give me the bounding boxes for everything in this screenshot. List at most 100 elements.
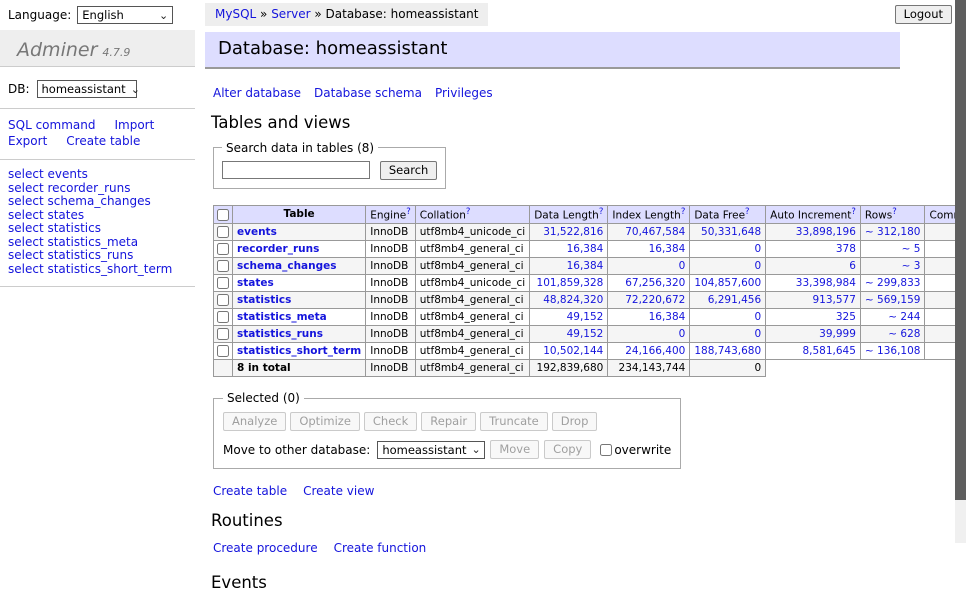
auto-increment-link[interactable]: 378 xyxy=(836,243,856,255)
rows-link[interactable]: ~ 5 xyxy=(902,243,921,255)
data-length-link[interactable]: 16,384 xyxy=(567,243,604,255)
auto-increment-link[interactable]: 6 xyxy=(849,260,856,272)
sidebar-action-link[interactable]: Import xyxy=(114,117,154,133)
index-length-link[interactable]: 24,166,400 xyxy=(625,345,685,357)
data-free-link[interactable]: 0 xyxy=(754,260,761,272)
table-name-link[interactable]: schema_changes xyxy=(237,260,337,272)
overwrite-checkbox[interactable] xyxy=(600,444,612,456)
table-name-link[interactable]: statistics xyxy=(237,294,291,306)
data-length-link[interactable]: 31,522,816 xyxy=(543,226,603,238)
move-database-select[interactable]: homeassistant ⌄ xyxy=(377,441,485,459)
table-name-link[interactable]: states xyxy=(237,277,274,289)
row-checkbox[interactable] xyxy=(217,277,229,289)
drop-button[interactable]: Drop xyxy=(552,412,598,431)
row-checkbox[interactable] xyxy=(217,243,229,255)
column-help-link[interactable]: ? xyxy=(851,207,856,217)
create-table-link[interactable]: Create table xyxy=(213,484,287,498)
sidebar-table-link[interactable]: select events xyxy=(8,168,195,182)
column-help-link[interactable]: ? xyxy=(406,207,411,217)
index-length-link[interactable]: 67,256,320 xyxy=(625,277,685,289)
sidebar-action-link[interactable]: SQL command xyxy=(8,117,95,133)
rows-link[interactable]: ~ 3 xyxy=(902,260,921,272)
scrollbar-thumb[interactable] xyxy=(955,0,966,500)
vertical-scrollbar[interactable] xyxy=(955,0,966,543)
data-length-link[interactable]: 16,384 xyxy=(567,260,604,272)
auto-increment-link[interactable]: 33,898,196 xyxy=(796,226,856,238)
data-free-link[interactable]: 0 xyxy=(754,311,761,323)
rows-link[interactable]: ~ 136,108 xyxy=(865,345,921,357)
create-view-link[interactable]: Create view xyxy=(303,484,374,498)
analyze-button[interactable]: Analyze xyxy=(223,412,286,431)
sidebar-table-link[interactable]: select statistics xyxy=(8,222,195,236)
row-checkbox[interactable] xyxy=(217,345,229,357)
index-length-link[interactable]: 0 xyxy=(679,328,686,340)
sidebar-table-link[interactable]: select schema_changes xyxy=(8,195,195,209)
auto-increment-link[interactable]: 33,398,984 xyxy=(796,277,856,289)
table-name-link[interactable]: statistics_short_term xyxy=(237,345,361,357)
column-help-link[interactable]: ? xyxy=(681,207,686,217)
column-help-link[interactable]: ? xyxy=(745,207,750,217)
sidebar-action-link[interactable]: Export xyxy=(8,133,47,149)
rows-link[interactable]: ~ 244 xyxy=(888,311,920,323)
row-checkbox[interactable] xyxy=(217,328,229,340)
table-name-link[interactable]: statistics_meta xyxy=(237,311,327,323)
create-procedure-link[interactable]: Create procedure xyxy=(213,541,318,555)
check-button[interactable]: Check xyxy=(364,412,417,431)
column-help-link[interactable]: ? xyxy=(599,207,604,217)
subnav-link[interactable]: Privileges xyxy=(435,86,493,100)
row-checkbox[interactable] xyxy=(217,294,229,306)
breadcrumb-link[interactable]: Server xyxy=(271,7,310,21)
auto-increment-link[interactable]: 913,577 xyxy=(813,294,856,306)
rows-link[interactable]: ~ 569,159 xyxy=(865,294,921,306)
row-checkbox[interactable] xyxy=(217,311,229,323)
index-length-link[interactable]: 0 xyxy=(679,260,686,272)
data-length-link[interactable]: 49,152 xyxy=(567,328,604,340)
subnav-link[interactable]: Alter database xyxy=(213,86,301,100)
data-free-link[interactable]: 50,331,648 xyxy=(701,226,761,238)
table-name-link[interactable]: recorder_runs xyxy=(237,243,319,255)
table-name-link[interactable]: statistics_runs xyxy=(237,328,323,340)
move-button[interactable]: Move xyxy=(490,440,539,459)
sidebar-table-link[interactable]: select statistics_short_term xyxy=(8,263,195,277)
index-length-link[interactable]: 16,384 xyxy=(649,311,686,323)
data-length-link[interactable]: 49,152 xyxy=(567,311,604,323)
create-function-link[interactable]: Create function xyxy=(334,541,427,555)
index-length-link[interactable]: 16,384 xyxy=(649,243,686,255)
data-free-link[interactable]: 0 xyxy=(754,328,761,340)
truncate-button[interactable]: Truncate xyxy=(480,412,548,431)
column-help-link[interactable]: ? xyxy=(892,207,897,217)
rows-link[interactable]: ~ 312,180 xyxy=(865,226,921,238)
data-free-link[interactable]: 6,291,456 xyxy=(708,294,761,306)
data-free-link[interactable]: 0 xyxy=(754,243,761,255)
search-input[interactable] xyxy=(222,161,370,179)
sidebar-table-link[interactable]: select statistics_runs xyxy=(8,249,195,263)
data-length-link[interactable]: 10,502,144 xyxy=(543,345,603,357)
select-all-checkbox[interactable] xyxy=(217,209,229,221)
table-name-link[interactable]: events xyxy=(237,226,277,238)
optimize-button[interactable]: Optimize xyxy=(290,412,360,431)
index-length-link[interactable]: 70,467,584 xyxy=(625,226,685,238)
auto-increment-link[interactable]: 39,999 xyxy=(819,328,856,340)
row-checkbox[interactable] xyxy=(217,260,229,272)
row-checkbox[interactable] xyxy=(217,226,229,238)
sidebar-table-link[interactable]: select recorder_runs xyxy=(8,182,195,196)
rows-link[interactable]: ~ 628 xyxy=(888,328,920,340)
language-select[interactable]: English ⌄ xyxy=(77,6,173,24)
data-free-link[interactable]: 104,857,600 xyxy=(694,277,761,289)
rows-link[interactable]: ~ 299,833 xyxy=(865,277,921,289)
sidebar-table-link[interactable]: select states xyxy=(8,209,195,223)
data-length-link[interactable]: 48,824,320 xyxy=(543,294,603,306)
repair-button[interactable]: Repair xyxy=(421,412,476,431)
db-select[interactable]: homeassistant ⌄ xyxy=(37,80,137,98)
breadcrumb-link[interactable]: MySQL xyxy=(215,7,256,21)
search-button[interactable]: Search xyxy=(380,161,438,180)
sidebar-action-link[interactable]: Create table xyxy=(66,133,140,149)
auto-increment-link[interactable]: 8,581,645 xyxy=(802,345,855,357)
column-help-link[interactable]: ? xyxy=(466,207,471,217)
sidebar-table-link[interactable]: select statistics_meta xyxy=(8,236,195,250)
copy-button[interactable]: Copy xyxy=(544,440,591,459)
data-length-link[interactable]: 101,859,328 xyxy=(537,277,604,289)
auto-increment-link[interactable]: 325 xyxy=(836,311,856,323)
data-free-link[interactable]: 188,743,680 xyxy=(694,345,761,357)
index-length-link[interactable]: 72,220,672 xyxy=(625,294,685,306)
